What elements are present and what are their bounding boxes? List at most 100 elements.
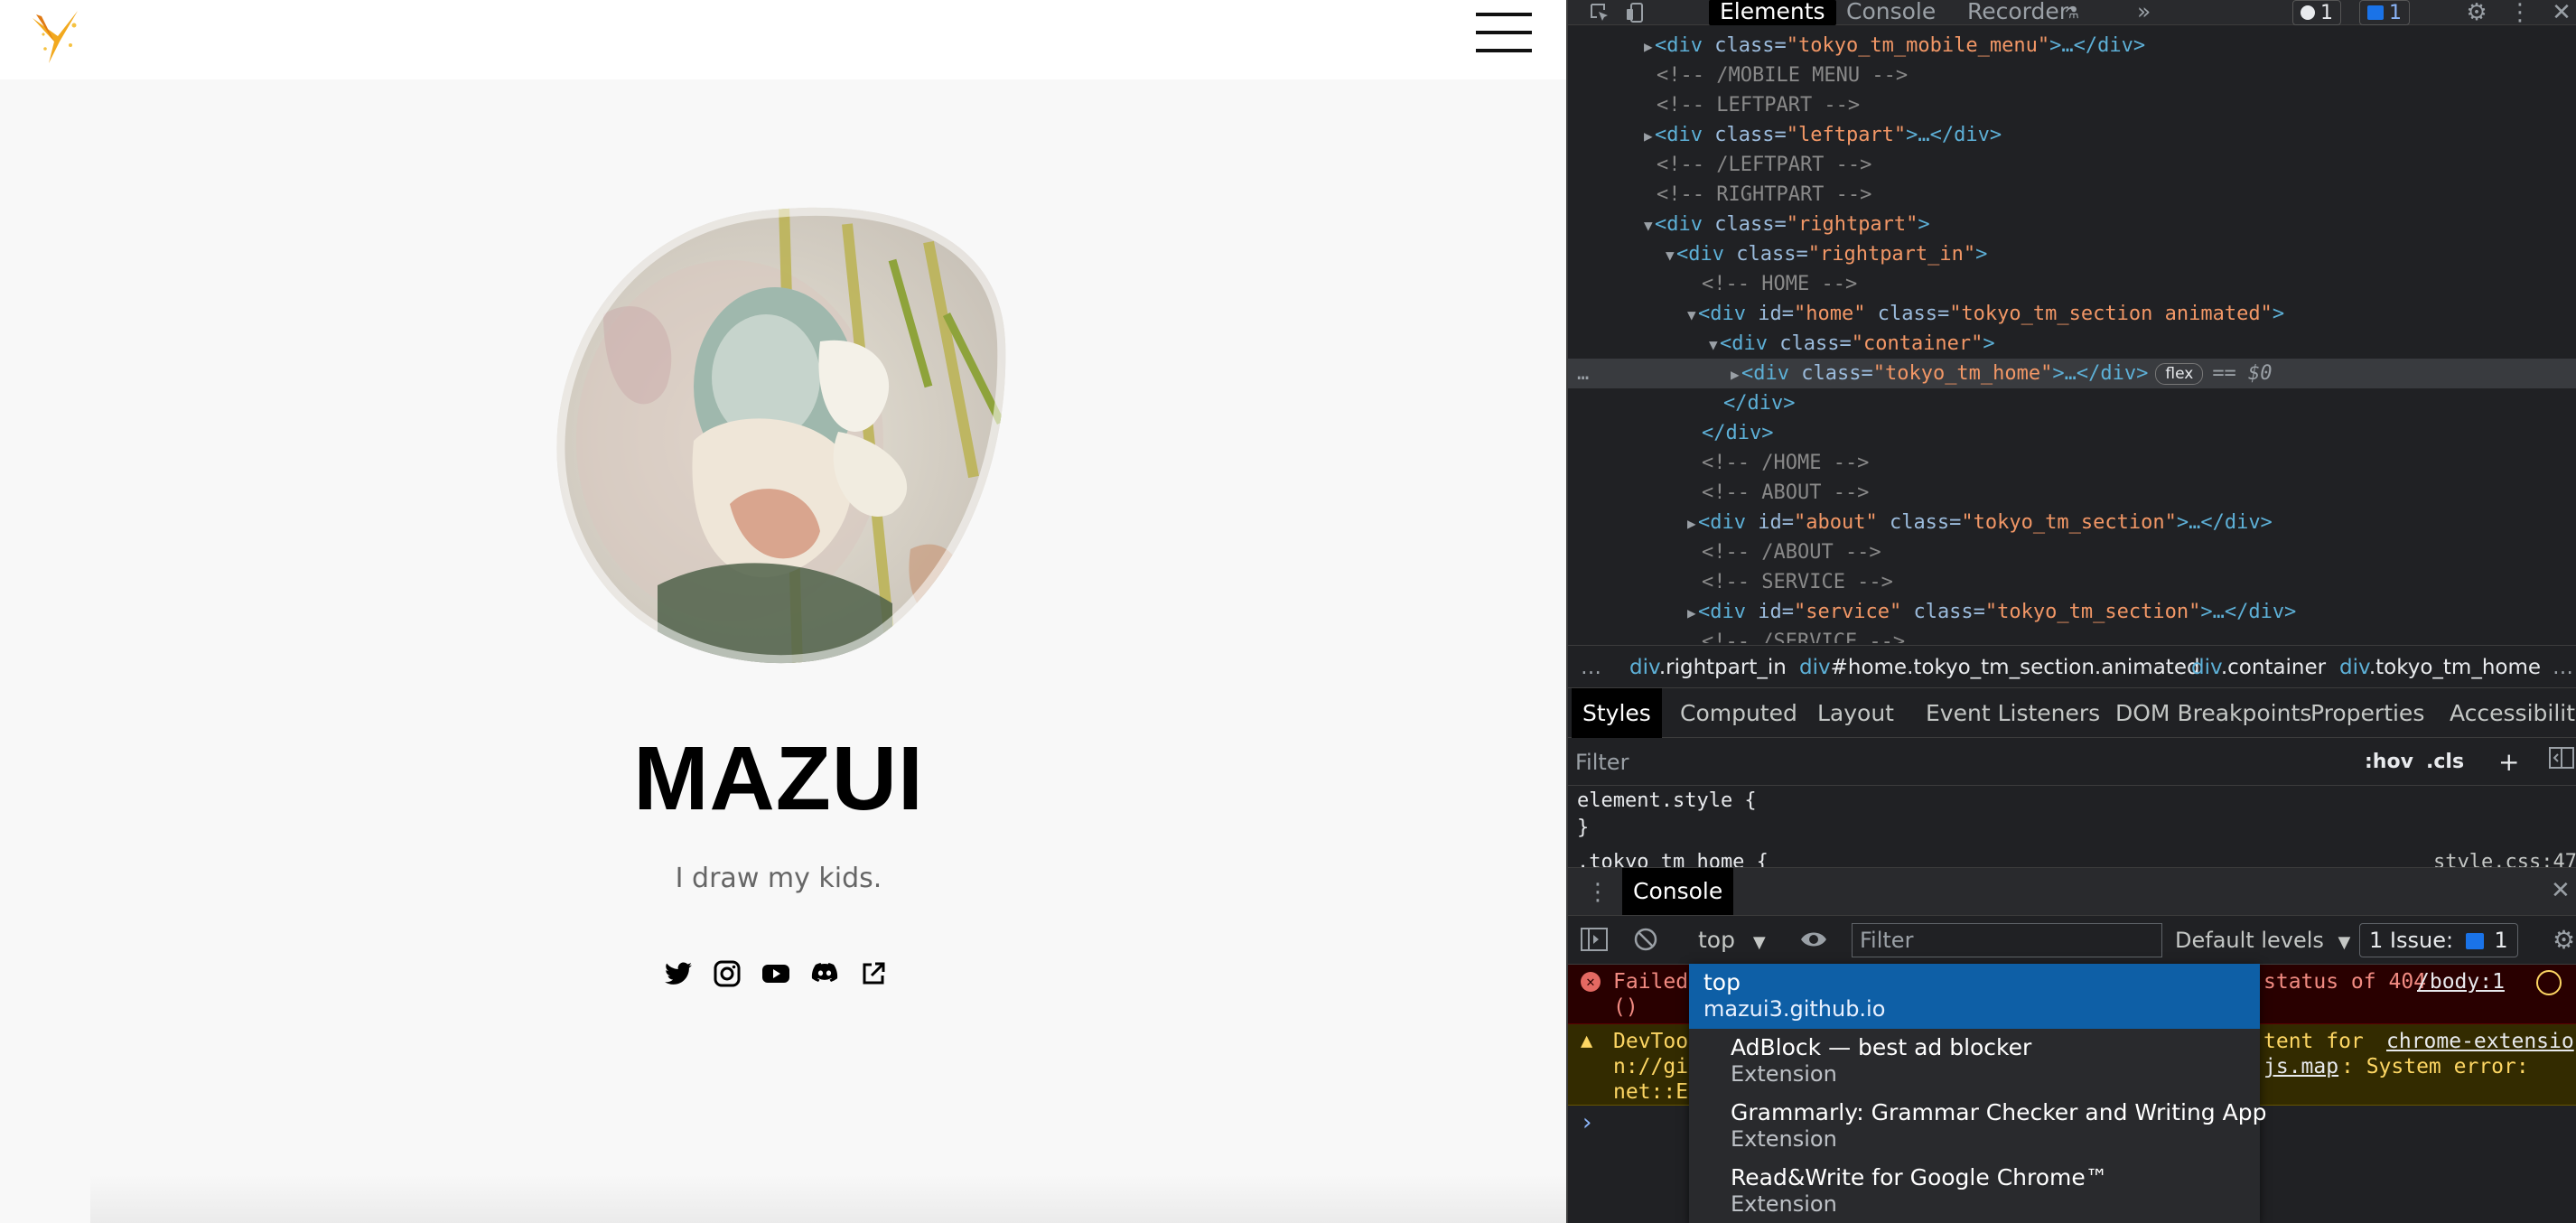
- dom-comment[interactable]: <!-- /HOME -->: [1568, 448, 2576, 478]
- youtube-icon[interactable]: [761, 959, 790, 988]
- toggle-sidebar-icon[interactable]: [2549, 746, 2574, 779]
- tab-console[interactable]: Console: [1835, 0, 1946, 25]
- dom-node[interactable]: ▶ <div id="service" class="tokyo_tm_secti…: [1568, 597, 2576, 627]
- dom-node[interactable]: ▶ <div class="leftpart">…</div>: [1568, 120, 2576, 150]
- tab-computed[interactable]: Computed: [1669, 688, 1808, 738]
- context-option-label: Grammarly: Grammar Checker and Writing A…: [1731, 1099, 2267, 1125]
- styles-filter-bar: :hov .cls +: [1568, 739, 2576, 786]
- tab-elements[interactable]: Elements: [1709, 0, 1836, 25]
- console-filter-input[interactable]: [1852, 923, 2162, 957]
- styles-filter-input[interactable]: [1575, 746, 2357, 779]
- context-option-label: Read&Write for Google Chrome™: [1731, 1164, 2108, 1190]
- context-option-adblock[interactable]: AdBlock — best ad blocker Extension: [1689, 1029, 2260, 1094]
- error-insights-icon[interactable]: [2536, 970, 2562, 995]
- message-count-badge[interactable]: 1: [2359, 0, 2410, 25]
- error-source-link[interactable]: /body:1: [2417, 970, 2505, 994]
- inspect-element-icon[interactable]: [1586, 0, 1613, 25]
- node-actions-icon[interactable]: …: [1577, 359, 1589, 388]
- drawer-menu-icon[interactable]: ⋮: [1586, 879, 1610, 906]
- dom-node-selected[interactable]: … ▶ <div class="tokyo_tm_home">…</div> flex…: [1568, 359, 2576, 388]
- close-devtools-icon[interactable]: ✕: [2551, 0, 2572, 26]
- breadcrumb-item[interactable]: div.container: [2191, 646, 2326, 689]
- tab-styles[interactable]: Styles: [1572, 688, 1662, 738]
- dom-node[interactable]: ▶ <div id="about" class="tokyo_tm_section…: [1568, 508, 2576, 537]
- logo-icon[interactable]: [23, 5, 90, 65]
- more-options-icon[interactable]: ⋮: [2508, 0, 2532, 26]
- dom-comment[interactable]: <!-- HOME -->: [1568, 269, 2576, 299]
- tab-layout[interactable]: Layout: [1806, 688, 1905, 738]
- styles-pane: element.style { } .tokyo_tm_home { style…: [1568, 786, 2576, 873]
- breadcrumb-item[interactable]: div#home.tokyo_tm_section.animated: [1799, 646, 2200, 689]
- settings-gear-icon[interactable]: ⚙: [2462, 0, 2491, 26]
- warning-text-start: DevToo: [1613, 1030, 1689, 1053]
- expand-triangle-icon: ▶: [1731, 366, 1740, 383]
- context-option-top[interactable]: top mazui3.github.io: [1689, 964, 2260, 1029]
- dom-node[interactable]: ▼ <div class="container">: [1568, 329, 2576, 359]
- context-option-subtitle: Extension: [1731, 1126, 1837, 1152]
- new-rule-button[interactable]: +: [2498, 746, 2519, 779]
- hover-state-toggle[interactable]: :hov: [2365, 746, 2413, 779]
- device-toolbar-icon[interactable]: [1622, 0, 1649, 25]
- instagram-icon[interactable]: [713, 959, 742, 988]
- drawer-tab-console[interactable]: Console: [1622, 868, 1734, 915]
- issues-button[interactable]: 1 Issue: 1: [2359, 923, 2518, 957]
- dom-comment[interactable]: <!-- SERVICE -->: [1568, 567, 2576, 597]
- warning-text-line2: n://gi: [1613, 1055, 1689, 1078]
- log-levels-dropdown[interactable]: Default levels ▼: [2175, 925, 2350, 956]
- devtools-toolbar: Elements Console Recorder ⚗ » 1 1 ⚙ ⋮ ✕: [1568, 0, 2576, 26]
- clear-console-icon[interactable]: [1633, 927, 1658, 957]
- context-option-readwrite[interactable]: Read&Write for Google Chrome™ Extension: [1689, 1159, 2260, 1223]
- external-link-icon[interactable]: [859, 959, 888, 988]
- context-option-label: AdBlock — best ad blocker: [1731, 1034, 2032, 1060]
- error-count-badge[interactable]: 1: [2292, 0, 2341, 25]
- dom-node[interactable]: ▼ <div id="home" class="tokyo_tm_section …: [1568, 299, 2576, 329]
- site-subtitle: I draw my kids.: [675, 863, 882, 894]
- drawer-header: ⋮ Console ✕: [1568, 867, 2576, 916]
- dom-closing-tag[interactable]: </div>: [1568, 388, 2576, 418]
- flex-badge[interactable]: flex: [2155, 363, 2204, 385]
- tab-accessibility[interactable]: Accessibility: [2439, 688, 2576, 738]
- element-style-close: }: [1577, 817, 1590, 839]
- message-icon: [2465, 933, 2484, 949]
- console-sidebar-icon[interactable]: [1581, 927, 1608, 957]
- dom-comment[interactable]: <!-- LEFTPART -->: [1568, 90, 2576, 120]
- hamburger-menu-button[interactable]: [1476, 11, 1532, 54]
- dom-node[interactable]: ▼ <div class="rightpart">: [1568, 210, 2576, 239]
- live-expression-eye-icon[interactable]: [1799, 927, 1828, 957]
- twitter-icon[interactable]: [664, 959, 693, 988]
- more-tabs-button[interactable]: »: [2126, 0, 2161, 25]
- tab-dom-breakpoints[interactable]: DOM Breakpoints: [2105, 688, 2322, 738]
- collapse-triangle-icon: ▼: [1687, 306, 1696, 323]
- dom-node[interactable]: ▼ <div class="rightpart_in">: [1568, 239, 2576, 269]
- dom-comment[interactable]: <!-- /LEFTPART -->: [1568, 150, 2576, 180]
- dom-comment[interactable]: <!-- /MOBILE MENU -->: [1568, 61, 2576, 90]
- warning-source-link[interactable]: js.map: [2263, 1055, 2338, 1078]
- dom-comment[interactable]: <!-- /SERVICE -->: [1568, 627, 2576, 643]
- close-drawer-icon[interactable]: ✕: [2551, 877, 2571, 904]
- flask-icon: ⚗: [2064, 3, 2080, 23]
- class-toggle[interactable]: .cls: [2426, 746, 2464, 779]
- console-settings-gear-icon[interactable]: ⚙: [2553, 925, 2575, 955]
- issues-count: 1: [2494, 928, 2508, 953]
- tab-event-listeners[interactable]: Event Listeners: [1915, 688, 2111, 738]
- dom-node[interactable]: ▶ <div class="tokyo_tm_mobile_menu">…</di…: [1568, 31, 2576, 61]
- dom-comment[interactable]: <!-- /ABOUT -->: [1568, 537, 2576, 567]
- context-dropdown-menu: top mazui3.github.io AdBlock — best ad b…: [1689, 964, 2266, 1223]
- warning-text-line3: net::ER: [1613, 1080, 1701, 1104]
- breadcrumb-overflow-icon[interactable]: …: [2553, 646, 2573, 689]
- context-option-grammarly[interactable]: Grammarly: Grammar Checker and Writing A…: [1689, 1094, 2266, 1159]
- warning-link[interactable]: chrome-extensio: [2386, 1030, 2574, 1053]
- breadcrumb-overflow-icon[interactable]: …: [1581, 646, 1601, 689]
- context-selector[interactable]: top ▼: [1698, 925, 1766, 956]
- dom-closing-tag[interactable]: </div>: [1568, 418, 2576, 448]
- breadcrumb-item[interactable]: div.rightpart_in: [1629, 646, 1787, 689]
- log-levels-label: Default levels: [2175, 928, 2324, 953]
- expand-triangle-icon: ▶: [1644, 38, 1653, 55]
- tab-properties[interactable]: Properties: [2300, 688, 2435, 738]
- dom-comment[interactable]: <!-- RIGHTPART -->: [1568, 180, 2576, 210]
- discord-icon[interactable]: [810, 959, 839, 988]
- dom-comment[interactable]: <!-- ABOUT -->: [1568, 478, 2576, 508]
- element-style-rule[interactable]: element.style {: [1577, 789, 1757, 812]
- console-toolbar: top ▼ Default levels ▼ 1 Issue: 1 ⚙: [1568, 916, 2576, 965]
- breadcrumb-item-current[interactable]: div.tokyo_tm_home: [2339, 646, 2541, 689]
